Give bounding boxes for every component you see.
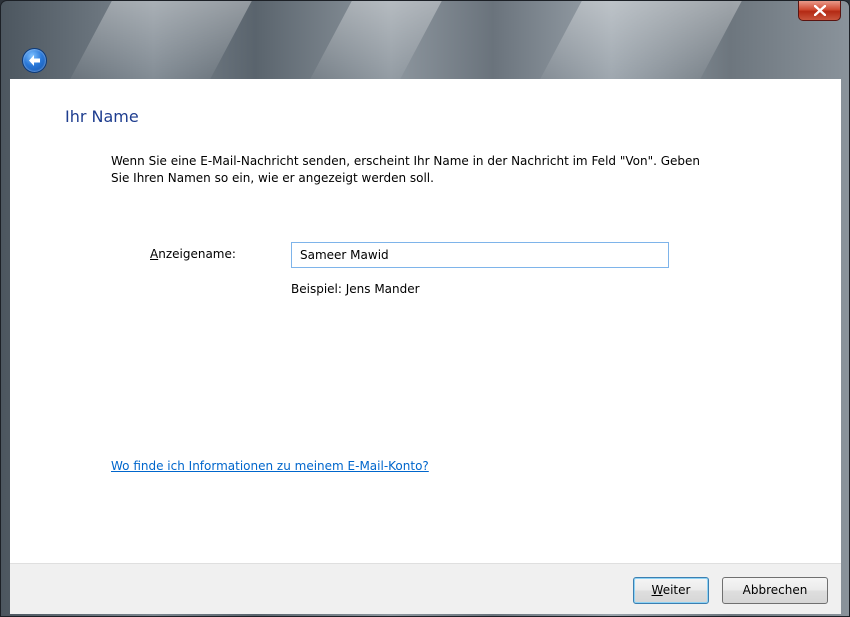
cancel-button[interactable]: Abbrechen — [722, 577, 828, 604]
button-bar: Weiter Abbrechen — [10, 563, 841, 614]
display-name-label-access-key: A — [150, 247, 159, 261]
content-area: Ihr Name Wenn Sie eine E-Mail-Nachricht … — [10, 79, 841, 563]
example-text: Beispiel: Jens Mander — [291, 282, 420, 296]
glass-reflection — [310, 1, 442, 79]
email-account-help-link[interactable]: Wo finde ich Informationen zu meinem E-M… — [111, 459, 429, 473]
display-name-label-text: nzeigename: — [158, 247, 236, 261]
page-title: Ihr Name — [65, 107, 139, 126]
next-button[interactable]: Weiter — [633, 577, 709, 604]
close-x-icon — [814, 5, 826, 16]
instruction-text: Wenn Sie eine E-Mail-Nachricht senden, e… — [111, 154, 701, 185]
next-button-access-key: W — [651, 583, 663, 597]
back-arrow-icon — [29, 55, 40, 66]
close-button[interactable] — [798, 1, 841, 21]
next-button-label: eiter — [662, 583, 691, 597]
display-name-input[interactable] — [291, 242, 669, 268]
title-bar — [1, 1, 849, 79]
glass-reflection — [70, 1, 252, 79]
glass-reflection — [540, 1, 742, 79]
display-name-label: Anzeigename: — [150, 247, 236, 261]
back-button[interactable] — [22, 48, 47, 73]
wizard-window: Ihr Name Wenn Sie eine E-Mail-Nachricht … — [0, 0, 850, 617]
